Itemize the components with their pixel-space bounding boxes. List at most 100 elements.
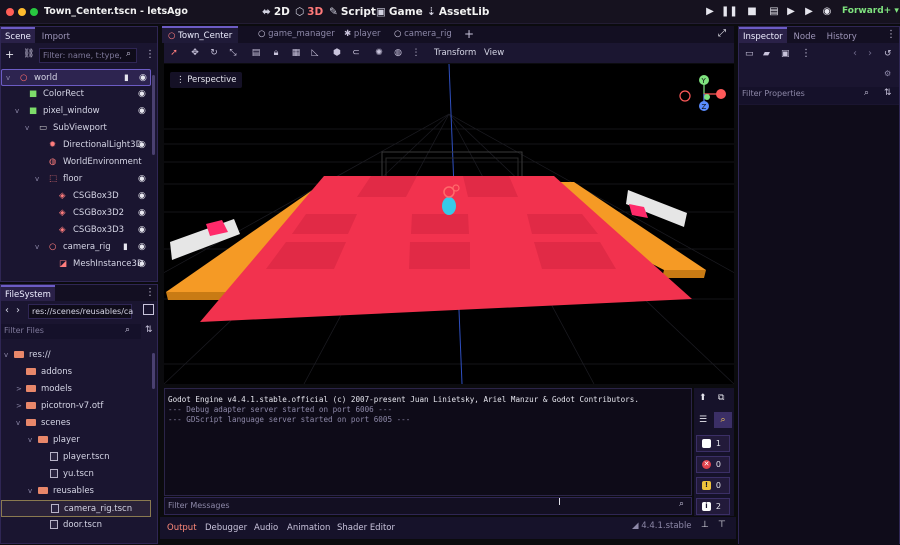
visibility-eye-icon[interactable]: ◉ [138,137,146,154]
environment-preview-icon[interactable]: ◍ [392,48,404,59]
filesystem-menu-icon[interactable]: ⋮ [145,287,155,298]
scene-tree-row[interactable]: v ■ pixel_window ◉ [1,103,151,120]
expand-arrow-icon[interactable]: v [28,483,32,500]
visibility-eye-icon[interactable]: ◉ [138,205,146,222]
scene-tree-row[interactable]: ◈ CSGBox3D3 ◉ [1,222,151,239]
remote-debug-icon[interactable]: ▤ [767,5,781,19]
scene-tab[interactable]: ○ Town_Center [162,26,239,43]
scene-tree-row[interactable]: v ○ camera_rig ▮ ◉ [1,239,151,256]
clear-output-icon[interactable]: ⬆ [699,393,707,403]
filter-properties-input[interactable]: Filter Properties [739,87,899,104]
workspace-assetlib-button[interactable]: ⇣ AssetLib [427,4,489,20]
tab-node[interactable]: Node [790,29,820,45]
visibility-eye-icon[interactable]: ◉ [138,222,146,239]
scene-tree-row[interactable]: ✹ DirectionalLight3D ◉ [1,137,151,154]
viewport-menu-icon[interactable]: ⋮ [410,48,422,59]
copy-icon[interactable]: ⧉ [718,393,724,403]
kebab-menu-icon[interactable]: ⋮ [145,49,155,60]
expand-arrow-icon[interactable]: v [16,415,20,432]
view-menu[interactable]: View [484,48,504,58]
sun-preview-icon[interactable]: ✺ [373,48,385,59]
forward-arrow-icon[interactable]: › [16,305,20,316]
resource-menu-icon[interactable]: ⋮ [801,48,811,59]
tab-history[interactable]: History [823,29,861,45]
play-custom-scene-icon[interactable]: ▶ [802,5,816,19]
scene-filter-input[interactable]: Filter: name, t:type, [39,48,137,63]
expand-arrow-icon[interactable]: v [15,103,19,120]
search-toggle-icon[interactable]: ⌕ [714,412,732,428]
filesystem-row[interactable]: > picotron-v7.otf [1,398,151,415]
ruler-icon[interactable]: ◺ [309,48,321,59]
script-icon[interactable]: ▮ [123,239,128,256]
filesystem-row[interactable]: v reusables [1,483,151,500]
lock-icon[interactable]: 🔒︎ [270,48,282,59]
expand-arrow-icon[interactable]: v [6,70,10,87]
tab-shader-editor[interactable]: Shader Editor [337,521,395,535]
filesystem-row[interactable]: player.tscn [1,449,151,466]
perspective-menu[interactable]: ⋮ Perspective [170,72,243,88]
new-resource-icon[interactable]: ▭ [745,49,754,59]
expand-arrow-icon[interactable]: v [35,171,39,188]
expand-arrow-icon[interactable]: v [4,347,8,364]
3d-viewport[interactable]: Y Z ⋮ Perspective [164,64,734,384]
open-resource-icon[interactable]: ▰ [763,49,770,59]
split-view-icon[interactable] [143,304,154,315]
renderer-dropdown[interactable]: Forward+ ▾ [842,6,899,16]
pause-icon[interactable]: ❚❚ [721,5,738,19]
expand-arrow-icon[interactable]: > [16,381,22,398]
play-scene-icon[interactable]: ▶ [784,5,798,19]
error-count-toggle[interactable]: ✕ 0 [696,456,730,473]
scene-tree-row[interactable]: v ⬚ floor ◉ [1,171,151,188]
list-select-icon[interactable]: ▤ [250,48,262,59]
filesystem-filter-input[interactable]: Filter Files [1,324,141,339]
scene-tree-row[interactable]: ◈ CSGBox3D ◉ [1,188,151,205]
workspace-3d-button[interactable]: ⬡ 3D [295,4,323,20]
visibility-eye-icon[interactable]: ◉ [139,70,147,87]
scene-tree-row[interactable]: ◍ WorldEnvironment [1,154,151,171]
local-space-icon[interactable]: ⬢ [331,48,343,59]
snap-icon[interactable]: ⊂ [350,48,362,59]
scene-tree-row[interactable]: ■ ColorRect ◉ [1,86,151,103]
group-icon[interactable]: ▦ [290,48,302,59]
scene-tree-row[interactable]: ◪ MeshInstance3D ◉ [1,256,151,273]
scene-tab[interactable]: ○ game_manager [252,26,341,43]
distraction-free-icon[interactable]: ⤢ [718,28,726,39]
select-tool-icon[interactable]: ➚ [168,48,180,59]
scene-tree-row[interactable]: v ▭ SubViewport [1,120,151,137]
tab-import[interactable]: Import [38,29,74,45]
expand-arrow-icon[interactable]: v [28,432,32,449]
zoom-window-icon[interactable] [30,8,38,16]
history-back-icon[interactable]: ‹ [853,48,857,59]
save-resource-icon[interactable]: ▣ [781,49,790,59]
visibility-eye-icon[interactable]: ◉ [138,256,146,273]
pin-icon[interactable]: ⊥ [701,520,709,530]
visibility-eye-icon[interactable]: ◉ [138,103,146,120]
sort-icon[interactable]: ⇅ [145,325,153,335]
workspace-script-button[interactable]: ✎ Script [329,4,376,20]
filesystem-scrollbar[interactable] [152,353,155,389]
scene-tree-row[interactable]: ◈ CSGBox3D2 ◉ [1,205,151,222]
filesystem-row[interactable]: v scenes [1,415,151,432]
inspector-menu-icon[interactable]: ⋮ [886,29,896,40]
filesystem-row[interactable]: door.tscn [1,517,151,534]
property-settings-icon[interactable]: ⚙ [884,69,891,78]
filesystem-row[interactable]: v player [1,432,151,449]
add-scene-tab-icon[interactable]: + [464,27,474,41]
tab-inspector[interactable]: Inspector [739,27,787,43]
log-count-toggle[interactable]: ! 1 [696,435,730,452]
orientation-gizmo[interactable]: Y Z [679,75,726,111]
scene-tree-scrollbar[interactable] [152,75,155,155]
tab-scene[interactable]: Scene [1,27,35,43]
info-count-toggle[interactable]: i2 [696,498,730,515]
expand-arrow-icon[interactable]: v [35,239,39,256]
play-icon[interactable]: ▶ [703,5,717,19]
filesystem-row[interactable]: v res:// [1,347,151,364]
minimize-window-icon[interactable] [18,8,26,16]
properties-sort-icon[interactable]: ⇅ [884,88,892,98]
script-icon[interactable]: ▮ [124,70,129,87]
filesystem-row[interactable]: camera_rig.tscn [1,500,151,517]
history-forward-icon[interactable]: › [868,48,872,59]
output-console[interactable]: Godot Engine v4.4.1.stable.official (c) … [164,388,692,496]
scene-tab[interactable]: ○ camera_rig [388,26,458,43]
close-window-icon[interactable] [6,8,14,16]
